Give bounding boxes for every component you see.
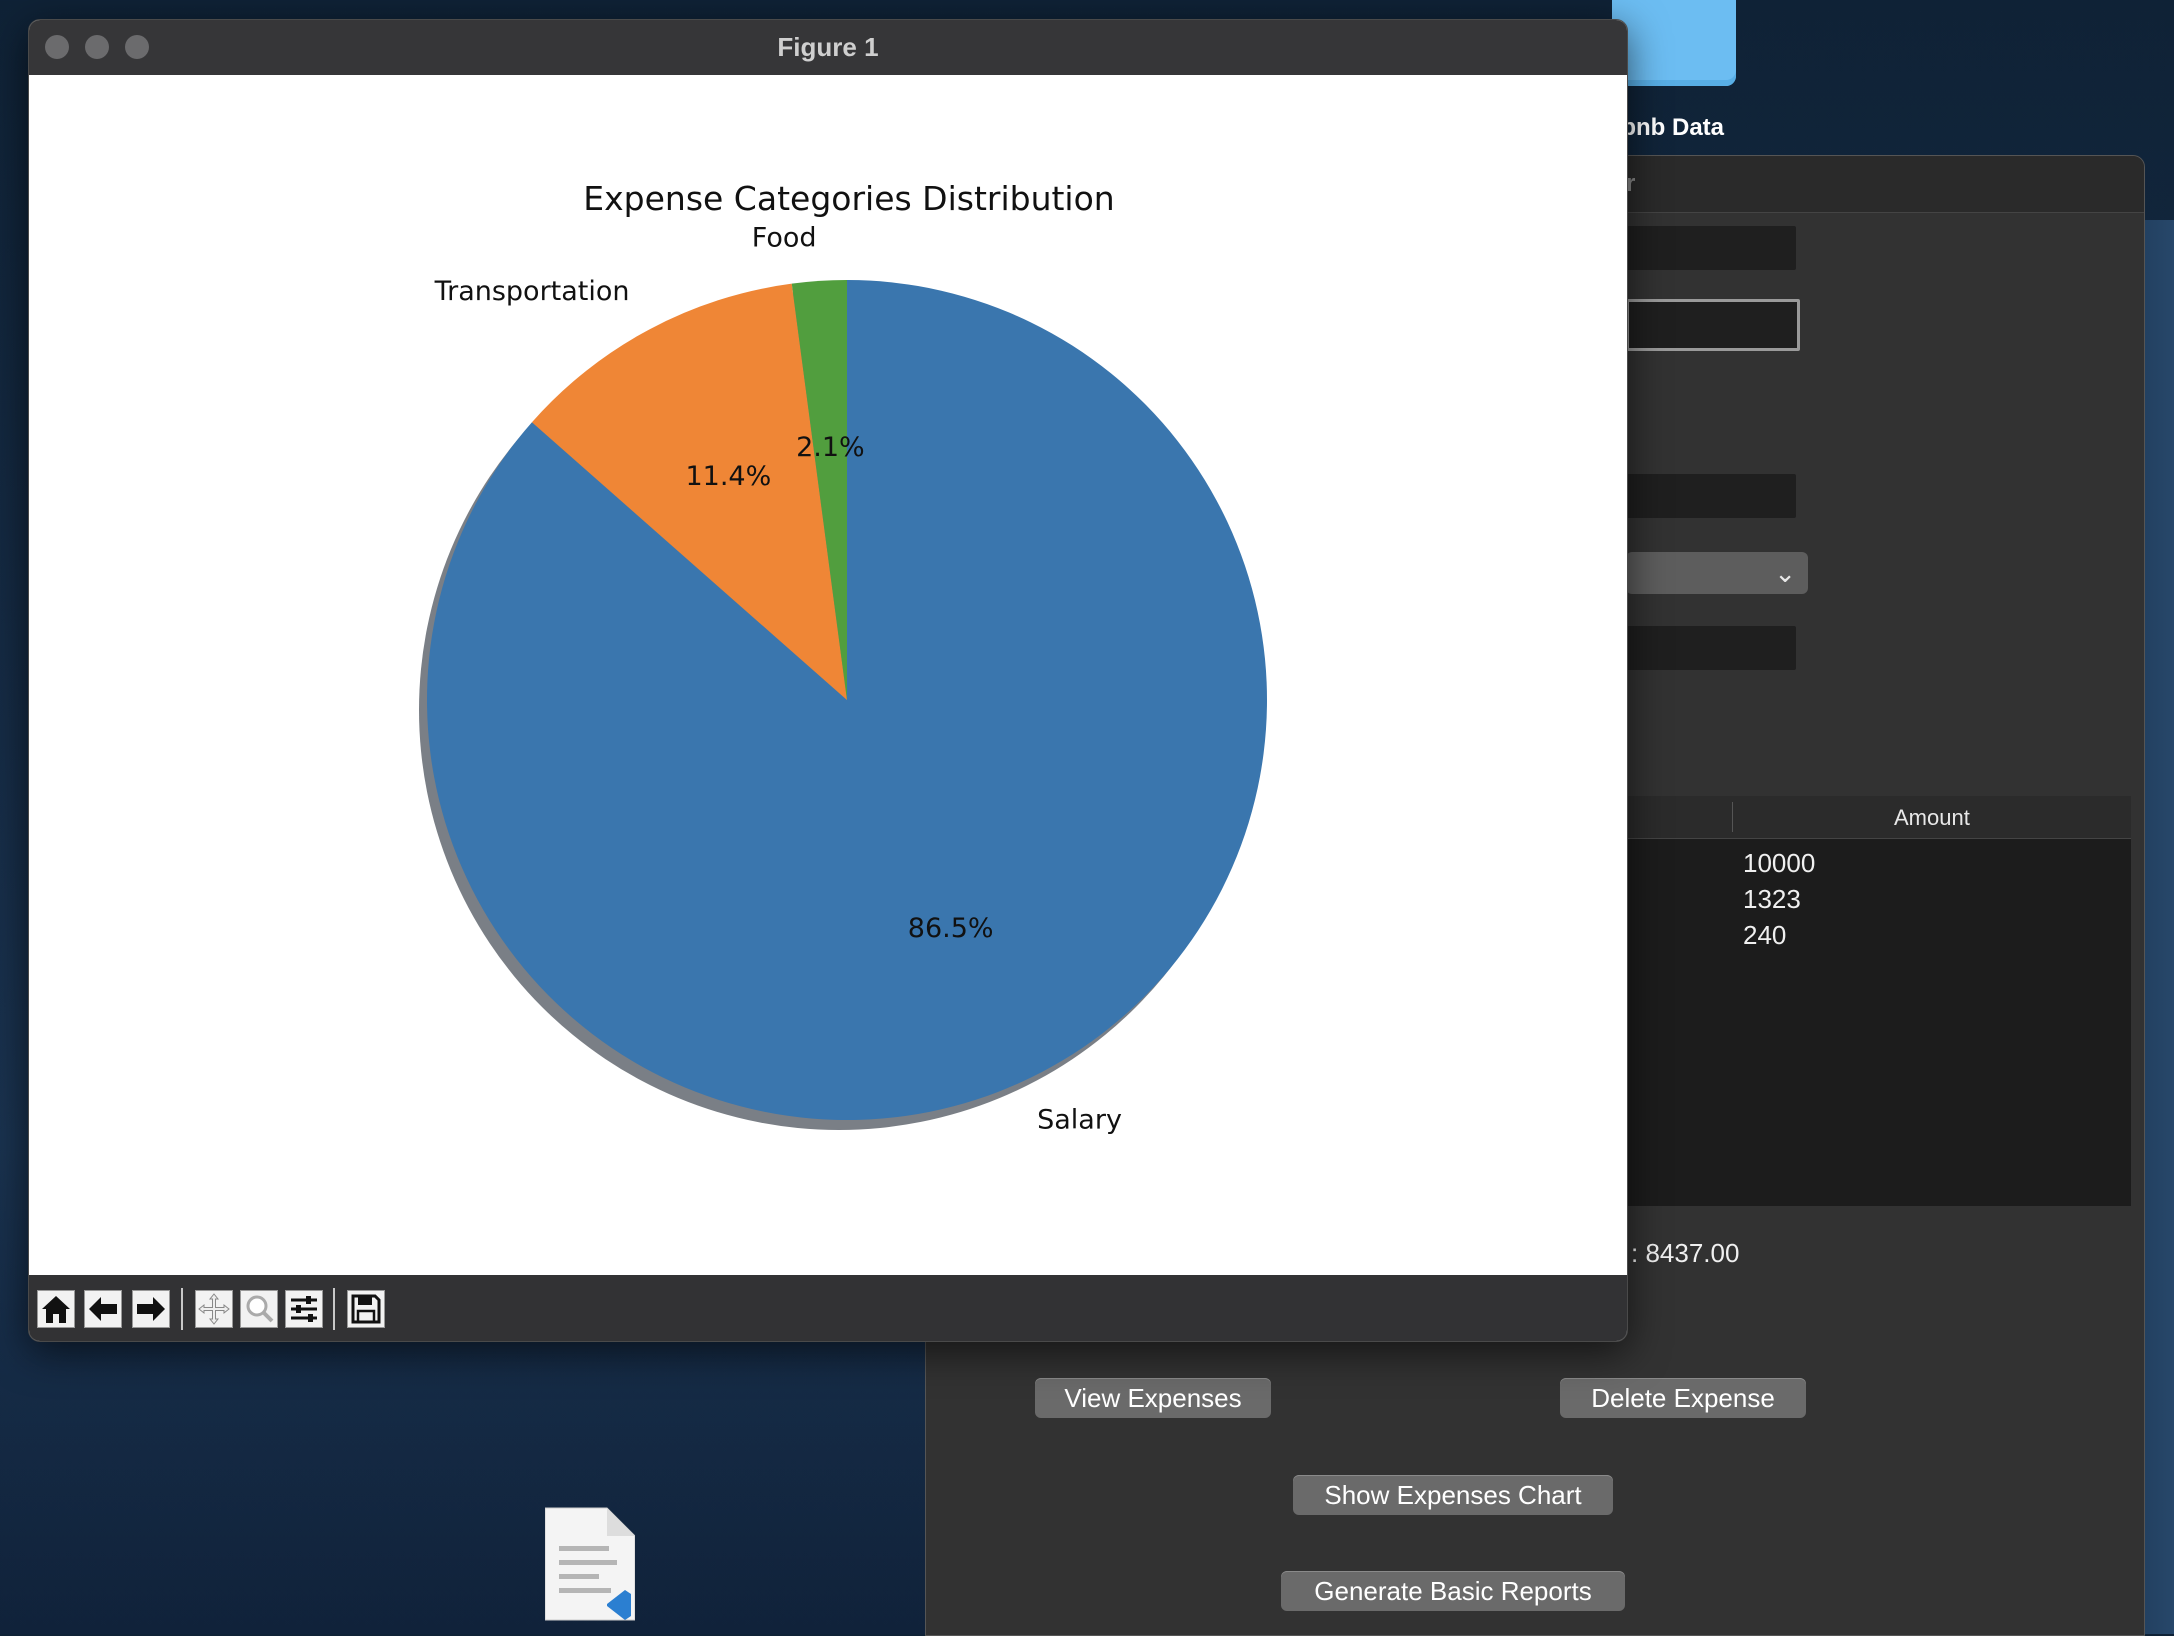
show-expenses-chart-button[interactable]: Show Expenses Chart <box>1293 1475 1613 1515</box>
folder-icon[interactable] <box>1612 0 1736 86</box>
forward-icon[interactable] <box>132 1290 170 1328</box>
pan-icon[interactable] <box>195 1290 233 1328</box>
total-summary: : 8437.00 <box>1631 1238 1740 1268</box>
amount-input[interactable] <box>1626 299 1800 351</box>
vscode-document-icon[interactable] <box>544 1506 636 1622</box>
figure-titlebar[interactable]: Figure 1 <box>29 20 1627 76</box>
table-row[interactable]: 10000 <box>1743 848 1815 879</box>
slice-label: Transportation <box>434 276 630 307</box>
zoom-icon[interactable] <box>240 1290 278 1328</box>
home-icon[interactable] <box>37 1290 75 1328</box>
chart-title: Expense Categories Distribution <box>583 179 1114 218</box>
date-input[interactable] <box>1626 474 1796 518</box>
slice-label: Salary <box>1037 1105 1122 1136</box>
delete-expense-button[interactable]: Delete Expense <box>1560 1378 1806 1418</box>
amount-column-header[interactable]: Amount <box>1894 805 1970 831</box>
figure-title: Figure 1 <box>777 32 879 62</box>
chevron-down-icon: ⌄ <box>1774 558 1796 588</box>
category-select[interactable]: ⌄ <box>1626 552 1808 594</box>
table-row[interactable]: 1323 <box>1743 884 1801 915</box>
pie-chart: Expense Categories Distribution Salary 86… <box>419 179 1267 1136</box>
description-input[interactable] <box>1626 226 1796 270</box>
generate-basic-reports-button[interactable]: Generate Basic Reports <box>1281 1571 1625 1611</box>
save-icon[interactable] <box>347 1290 385 1328</box>
toolbar-separator <box>181 1288 183 1330</box>
column-separator[interactable] <box>1732 802 1733 832</box>
slice-percent-label: 11.4% <box>685 461 771 492</box>
notes-input[interactable] <box>1626 626 1796 670</box>
back-icon[interactable] <box>84 1290 122 1328</box>
slice-label: Food <box>752 223 817 254</box>
desktop-folder-label[interactable]: rbnb Data <box>1612 114 1724 142</box>
table-row[interactable]: 240 <box>1743 920 1786 951</box>
slice-percent-label: 2.1% <box>796 432 865 463</box>
configure-subplots-icon[interactable] <box>285 1290 323 1328</box>
view-expenses-button[interactable]: View Expenses <box>1035 1378 1271 1418</box>
toolbar-separator <box>333 1288 335 1330</box>
figure-canvas[interactable]: Expense Categories Distribution Salary 86… <box>29 75 1627 1275</box>
figure-window: Figure 1 Expense Categories Distribution… <box>28 19 1628 1342</box>
slice-percent-label: 86.5% <box>908 913 994 944</box>
